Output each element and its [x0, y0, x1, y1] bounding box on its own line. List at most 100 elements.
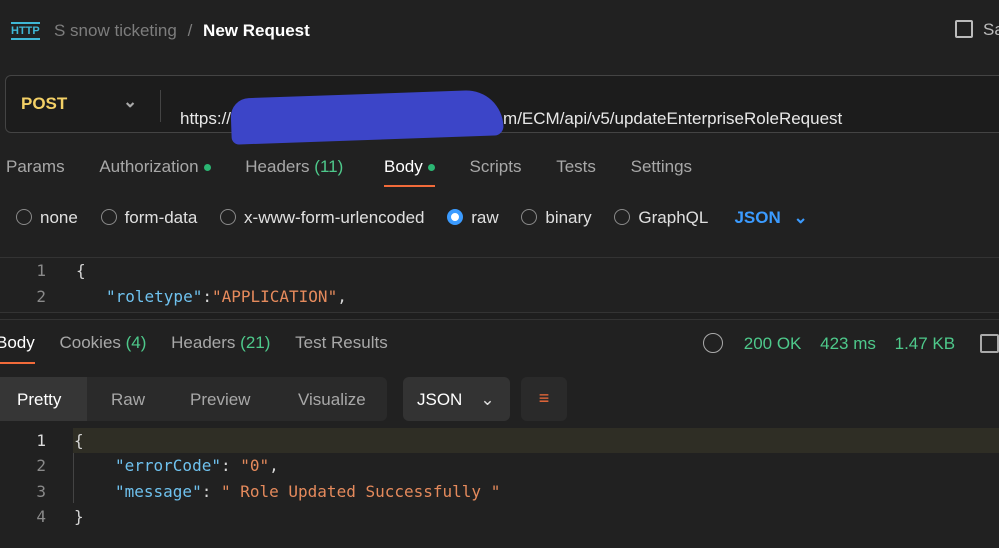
- status-code[interactable]: 200 OK: [744, 334, 802, 353]
- radio-icon: [16, 209, 32, 225]
- response-status: 200 OK 423 ms 1.47 KB: [703, 333, 999, 354]
- tab-label: Cookies: [59, 333, 121, 352]
- view-raw[interactable]: Raw: [111, 390, 145, 410]
- radio-graphql[interactable]: GraphQL: [614, 208, 708, 227]
- radio-none[interactable]: none: [16, 208, 78, 227]
- radio-label: none: [40, 208, 78, 227]
- brace: {: [74, 431, 84, 450]
- tab-label: Headers: [245, 157, 310, 176]
- line-number: 2: [36, 287, 46, 306]
- line-number: 1: [36, 431, 46, 450]
- code-line: "message": " Role Updated Successfully ": [115, 482, 501, 501]
- status-dot: [203, 164, 211, 172]
- divider: [0, 257, 999, 258]
- resp-tab-body[interactable]: Body: [0, 333, 35, 364]
- radio-icon: [614, 209, 631, 225]
- chevron-down-icon: ⌄: [123, 92, 138, 111]
- json-value: " Role Updated Successfully ": [220, 482, 501, 501]
- pane-resize-handle[interactable]: [0, 312, 999, 320]
- breadcrumb: S snow ticketing / New Request: [54, 21, 310, 41]
- url-input[interactable]: https:// m/ECM/api/v5/updateEnterpriseRol…: [180, 89, 842, 145]
- line-number: 1: [36, 261, 46, 280]
- tab-settings[interactable]: Settings: [631, 157, 692, 176]
- code-line[interactable]: "roletype":"APPLICATION",: [106, 287, 347, 306]
- format-label: JSON: [734, 208, 781, 227]
- body-format-select[interactable]: JSON ⌄: [734, 208, 807, 227]
- format-label: JSON: [417, 390, 463, 409]
- view-preview[interactable]: Preview: [190, 390, 250, 410]
- response-format-select[interactable]: JSON ⌄: [403, 377, 510, 421]
- radio-raw[interactable]: raw: [447, 208, 499, 227]
- radio-icon: [521, 209, 538, 225]
- wrap-lines-icon[interactable]: ≡: [521, 377, 567, 421]
- radio-urlencoded[interactable]: x-www-form-urlencoded: [220, 208, 424, 227]
- chevron-down-icon: ⌄: [793, 208, 808, 227]
- tab-count: (21): [240, 333, 271, 352]
- tab-count: (11): [314, 157, 344, 176]
- chevron-down-icon: ⌄: [480, 390, 495, 409]
- colon: :: [202, 287, 212, 306]
- json-value: "0": [240, 456, 270, 475]
- line-number: 3: [36, 482, 46, 501]
- globe-lock-icon[interactable]: [703, 333, 723, 353]
- url-prefix: https://: [180, 109, 232, 128]
- tab-label: Body: [0, 333, 35, 352]
- view-visualize[interactable]: Visualize: [298, 390, 366, 410]
- json-key: "roletype": [106, 287, 203, 306]
- resp-tab-headers[interactable]: Headers (21): [171, 333, 270, 352]
- http-icon: HTTP: [11, 22, 40, 40]
- json-key: "message": [115, 482, 202, 501]
- radio-binary[interactable]: binary: [521, 208, 592, 227]
- resp-tab-cookies[interactable]: Cookies (4): [59, 333, 146, 352]
- save-button[interactable]: Sa: [955, 20, 999, 40]
- radio-selected-icon: [447, 209, 464, 225]
- tab-scripts[interactable]: Scripts: [469, 157, 521, 176]
- status-dot: [427, 164, 435, 172]
- radio-label: GraphQL: [638, 208, 708, 227]
- method-select[interactable]: POST ⌄: [21, 92, 137, 114]
- brace: {: [76, 261, 86, 280]
- json-value: "APPLICATION": [211, 287, 338, 306]
- indent-guide: [73, 453, 74, 503]
- tab-tests[interactable]: Tests: [556, 157, 596, 176]
- line-number: 4: [36, 507, 46, 526]
- radio-label: binary: [545, 208, 592, 227]
- radio-form-data[interactable]: form-data: [100, 208, 198, 227]
- code-line: "errorCode": "0",: [115, 456, 279, 475]
- page-title: New Request: [203, 21, 310, 40]
- tab-label: Authorization: [99, 157, 199, 176]
- response-size[interactable]: 1.47 KB: [895, 334, 956, 353]
- radio-icon: [100, 209, 117, 225]
- view-pretty-label: Pretty: [17, 390, 62, 409]
- save-label: Sa: [983, 20, 999, 39]
- body-type-options: none form-data x-www-form-urlencoded raw…: [16, 208, 808, 228]
- radio-label: raw: [471, 208, 499, 227]
- redaction: [230, 89, 504, 145]
- radio-icon: [220, 209, 237, 225]
- breadcrumb-collection[interactable]: S snow ticketing: [54, 21, 177, 40]
- active-tab-underline: [384, 185, 435, 187]
- resp-tab-test-results[interactable]: Test Results: [295, 333, 388, 352]
- comma: ,: [337, 287, 347, 306]
- tab-authorization[interactable]: Authorization: [99, 157, 211, 176]
- radio-label: x-www-form-urlencoded: [244, 208, 425, 227]
- active-line-highlight: [73, 428, 999, 453]
- tab-body[interactable]: Body: [384, 157, 435, 187]
- tab-headers[interactable]: Headers (11): [245, 157, 343, 176]
- save-response-icon[interactable]: [979, 334, 999, 353]
- response-time[interactable]: 423 ms: [820, 334, 876, 353]
- tab-params[interactable]: Params: [6, 157, 65, 176]
- response-tabs: Body Cookies (4) Headers (21) Test Resul…: [0, 333, 388, 364]
- tab-label: Body: [384, 157, 423, 176]
- save-icon: [955, 20, 973, 38]
- divider: [160, 90, 161, 122]
- breadcrumb-separator: /: [187, 21, 193, 40]
- active-tab-underline: [0, 362, 35, 364]
- code-line[interactable]: {: [76, 261, 86, 280]
- tab-label: Headers: [171, 333, 236, 352]
- radio-label: form-data: [124, 208, 198, 227]
- line-number: 2: [36, 456, 46, 475]
- json-key: "errorCode": [115, 456, 221, 475]
- brace: }: [74, 507, 84, 526]
- method-label: POST: [21, 94, 68, 113]
